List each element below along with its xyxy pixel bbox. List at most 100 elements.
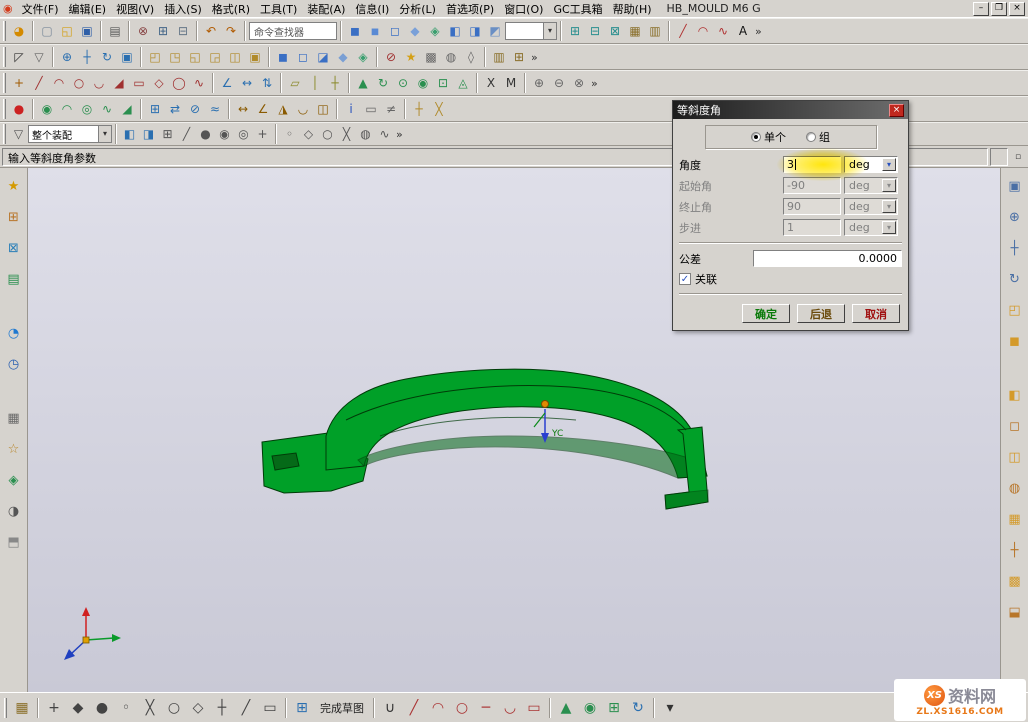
angle-unit-dropdown[interactable]: deg ▾ <box>844 156 898 173</box>
lights-icon[interactable]: ★ <box>401 47 421 67</box>
section-clip-icon[interactable]: ◫ <box>1004 446 1026 468</box>
process-studio-icon[interactable]: ☆ <box>3 438 25 460</box>
point-icon[interactable]: + <box>9 73 29 93</box>
snap-point-icon[interactable]: + <box>42 696 66 720</box>
curve-rule-icon[interactable]: ∿ <box>375 125 394 144</box>
constraints-icon[interactable]: ⇅ <box>257 73 277 93</box>
toolbar-grip[interactable] <box>3 21 6 41</box>
extrude-icon[interactable]: ▲ <box>353 73 373 93</box>
toolbar-overflow-icon[interactable]: » <box>396 128 403 141</box>
toolbar-grip[interactable] <box>3 99 6 119</box>
wcs-display-icon[interactable]: ┼ <box>1004 539 1026 561</box>
finish-sketch-button[interactable]: 完成草图 <box>314 698 370 718</box>
measure-angle-icon[interactable]: ∠ <box>253 99 273 119</box>
menu-item-10[interactable]: 窗口(O) <box>499 0 548 18</box>
draft-icon[interactable]: ◢ <box>117 99 137 119</box>
rectangle-draw-icon[interactable]: ▭ <box>522 696 546 720</box>
deviation-icon[interactable]: ≠ <box>381 99 401 119</box>
polygon-icon[interactable]: ◇ <box>149 73 169 93</box>
menu-item-2[interactable]: 视图(V) <box>111 0 159 18</box>
face-analysis-icon[interactable]: ◈ <box>425 21 445 41</box>
line-draw-icon[interactable]: ╱ <box>402 696 426 720</box>
new-file-icon[interactable]: ▢ <box>37 21 57 41</box>
rotate-tool-icon[interactable]: ↻ <box>626 696 650 720</box>
toolbar-grip[interactable] <box>3 73 6 93</box>
component-select-icon[interactable]: ◎ <box>234 125 253 144</box>
chamfer-icon[interactable]: ◢ <box>109 73 129 93</box>
background-tool-icon[interactable]: ⬓ <box>1004 601 1026 623</box>
toolbar-grip[interactable] <box>3 47 6 67</box>
analysis-shading-icon[interactable]: ◈ <box>353 47 373 67</box>
trimetric-view-icon[interactable]: ◰ <box>145 47 165 67</box>
face-select-icon[interactable]: ⊞ <box>158 125 177 144</box>
general-selection-icon[interactable]: ◧ <box>120 125 139 144</box>
section-analysis-icon[interactable]: ◫ <box>313 99 333 119</box>
point-on-surface-icon[interactable]: ▭ <box>258 696 282 720</box>
grid-display-icon[interactable]: ⊞ <box>509 47 529 67</box>
menu-item-1[interactable]: 编辑(E) <box>64 0 112 18</box>
info-icon[interactable]: i <box>341 99 361 119</box>
view-style-dropdown[interactable]: ▾ <box>505 22 557 40</box>
work-layer-icon[interactable]: ▥ <box>489 47 509 67</box>
shell-icon[interactable]: ◎ <box>77 99 97 119</box>
part-navigator-icon[interactable]: ▤ <box>3 268 25 290</box>
menu-item-3[interactable]: 插入(S) <box>159 0 207 18</box>
angle-input[interactable]: 3 <box>783 156 841 173</box>
quadrant-snap-icon[interactable]: ◍ <box>356 125 375 144</box>
top-view-icon[interactable]: ◱ <box>185 47 205 67</box>
circle-tool-icon[interactable]: ○ <box>69 73 89 93</box>
fit-window-icon[interactable]: ▣ <box>1004 175 1026 197</box>
back-button[interactable]: 后退 <box>797 304 845 323</box>
save-icon[interactable]: ▣ <box>77 21 97 41</box>
ellipse-icon[interactable]: ◯ <box>169 73 189 93</box>
close-icon[interactable]: × <box>889 104 904 117</box>
cancel-button[interactable]: 取消 <box>852 304 900 323</box>
rectangle-icon[interactable]: ▭ <box>129 73 149 93</box>
maximize-button[interactable]: ❐ <box>991 2 1007 16</box>
front-view-icon[interactable]: ◲ <box>205 47 225 67</box>
cascade-windows-icon[interactable]: ⊟ <box>585 21 605 41</box>
internet-explorer-icon[interactable]: ◔ <box>3 322 25 344</box>
selection-filter-icon[interactable]: ▽ <box>29 47 49 67</box>
shaded-icon[interactable]: ◼ <box>273 47 293 67</box>
redo-icon[interactable]: ↷ <box>221 21 241 41</box>
dimension-icon[interactable]: ↔ <box>237 73 257 93</box>
body-select-icon[interactable]: ◉ <box>215 125 234 144</box>
sphere-tool-icon[interactable]: ◉ <box>578 696 602 720</box>
fit-view-icon[interactable]: ▣ <box>117 47 137 67</box>
u-curve-icon[interactable]: ∪ <box>378 696 402 720</box>
shaded-mode-icon[interactable]: ◧ <box>1004 384 1026 406</box>
true-shading-icon[interactable]: ◩ <box>485 21 505 41</box>
revolve-icon[interactable]: ↻ <box>373 73 393 93</box>
menu-item-6[interactable]: 装配(A) <box>302 0 350 18</box>
type-filter-icon[interactable]: ▽ <box>9 125 28 144</box>
wireframe-view-icon[interactable]: ◻ <box>385 21 405 41</box>
midpoint-snap-icon[interactable]: ◇ <box>299 125 318 144</box>
spline-icon[interactable]: ∿ <box>713 21 733 41</box>
associative-checkbox[interactable]: ✓ <box>679 273 691 285</box>
right-view-icon[interactable]: ◫ <box>225 47 245 67</box>
line-tool-icon[interactable]: ╱ <box>29 73 49 93</box>
menu-item-7[interactable]: 信息(I) <box>350 0 394 18</box>
hole-icon[interactable]: ⊙ <box>393 73 413 93</box>
menu-item-12[interactable]: 帮助(H) <box>608 0 657 18</box>
toolbar-overflow-icon[interactable]: » <box>531 51 538 64</box>
roles-icon[interactable]: ◑ <box>3 500 25 522</box>
system-scenes-icon[interactable]: ⬒ <box>3 531 25 553</box>
sphere-feature-icon[interactable]: ◉ <box>37 99 57 119</box>
intersection-icon[interactable]: ╳ <box>138 696 162 720</box>
chevron-down-icon[interactable]: ▾ <box>543 23 556 39</box>
mid-point-icon[interactable]: ● <box>90 696 114 720</box>
pan-icon[interactable]: ┼ <box>77 47 97 67</box>
profile-icon[interactable]: ─ <box>474 696 498 720</box>
arc-tool-icon[interactable]: ◠ <box>49 73 69 93</box>
studio-icon[interactable]: ◆ <box>333 47 353 67</box>
draft-analysis-icon[interactable]: ◮ <box>273 99 293 119</box>
control-point-icon[interactable]: ◦ <box>114 696 138 720</box>
boundary-icon[interactable]: ▭ <box>361 99 381 119</box>
pan-view-icon[interactable]: ┼ <box>1004 237 1026 259</box>
edge-select-icon[interactable]: ╱ <box>177 125 196 144</box>
layer-settings-icon[interactable]: ▦ <box>625 21 645 41</box>
spline-tool-icon[interactable]: ∿ <box>189 73 209 93</box>
history-palette-icon[interactable]: ◷ <box>3 353 25 375</box>
